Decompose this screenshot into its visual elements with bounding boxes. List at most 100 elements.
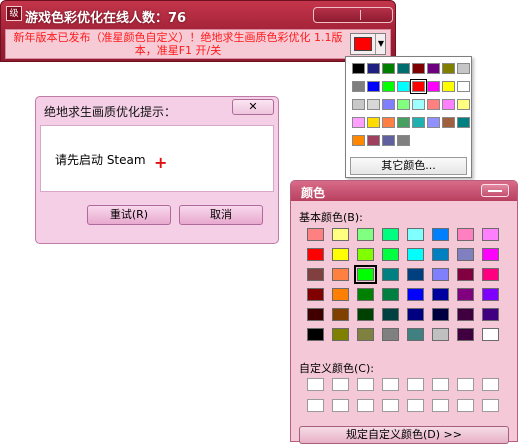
picker-color-swatch[interactable]: [352, 81, 365, 92]
custom-color-swatch[interactable]: [457, 399, 474, 412]
custom-color-swatch[interactable]: [432, 378, 449, 391]
basic-color-swatch[interactable]: [357, 228, 374, 241]
picker-color-swatch[interactable]: [382, 63, 395, 74]
picker-color-swatch[interactable]: [397, 99, 410, 110]
custom-color-swatch[interactable]: [382, 378, 399, 391]
basic-color-swatch[interactable]: [407, 308, 424, 321]
custom-color-swatch[interactable]: [382, 399, 399, 412]
picker-color-swatch[interactable]: [367, 135, 380, 146]
custom-color-swatch[interactable]: [407, 399, 424, 412]
picker-color-swatch[interactable]: [382, 117, 395, 128]
picker-color-swatch[interactable]: [397, 63, 410, 74]
cancel-button[interactable]: 取消: [179, 205, 263, 225]
custom-color-swatch[interactable]: [457, 378, 474, 391]
basic-color-swatch[interactable]: [382, 248, 399, 261]
minimize-icon[interactable]: [481, 184, 509, 197]
picker-color-swatch[interactable]: [367, 117, 380, 128]
chevron-down-icon[interactable]: ▼: [375, 34, 386, 54]
picker-color-swatch[interactable]: [457, 99, 470, 110]
basic-color-swatch[interactable]: [407, 288, 424, 301]
basic-color-swatch[interactable]: [407, 228, 424, 241]
basic-color-swatch[interactable]: [382, 228, 399, 241]
basic-color-swatch[interactable]: [357, 328, 374, 341]
picker-color-swatch[interactable]: [412, 63, 425, 74]
basic-color-swatch[interactable]: [354, 265, 377, 284]
picker-color-swatch[interactable]: [382, 81, 395, 92]
basic-color-swatch[interactable]: [457, 308, 474, 321]
custom-color-swatch[interactable]: [432, 399, 449, 412]
close-icon[interactable]: ✕: [232, 99, 274, 115]
picker-color-swatch[interactable]: [427, 117, 440, 128]
basic-color-swatch[interactable]: [307, 288, 324, 301]
picker-color-swatch[interactable]: [457, 81, 470, 92]
basic-color-swatch[interactable]: [332, 328, 349, 341]
picker-color-swatch[interactable]: [352, 63, 365, 74]
basic-color-swatch[interactable]: [432, 308, 449, 321]
custom-color-swatch[interactable]: [307, 399, 324, 412]
window-control-buttons[interactable]: [313, 7, 393, 23]
other-colors-button[interactable]: 其它颜色...: [350, 157, 467, 175]
picker-color-swatch[interactable]: [382, 135, 395, 146]
picker-color-swatch[interactable]: [442, 63, 455, 74]
basic-color-swatch[interactable]: [407, 328, 424, 341]
basic-color-swatch[interactable]: [357, 288, 374, 301]
basic-color-swatch[interactable]: [307, 248, 324, 261]
basic-color-swatch[interactable]: [332, 228, 349, 241]
basic-color-swatch[interactable]: [382, 288, 399, 301]
picker-color-swatch[interactable]: [442, 99, 455, 110]
basic-color-swatch[interactable]: [432, 328, 449, 341]
basic-color-swatch[interactable]: [482, 268, 499, 281]
basic-color-swatch[interactable]: [357, 248, 374, 261]
picker-color-swatch[interactable]: [367, 63, 380, 74]
custom-color-swatch[interactable]: [357, 378, 374, 391]
basic-color-swatch[interactable]: [432, 248, 449, 261]
picker-color-swatch[interactable]: [352, 117, 365, 128]
basic-color-swatch[interactable]: [382, 268, 399, 281]
custom-color-swatch[interactable]: [332, 399, 349, 412]
picker-color-swatch[interactable]: [442, 117, 455, 128]
picker-color-swatch[interactable]: [352, 99, 365, 110]
basic-color-swatch[interactable]: [482, 288, 499, 301]
basic-color-swatch[interactable]: [407, 268, 424, 281]
basic-color-swatch[interactable]: [332, 268, 349, 281]
basic-color-swatch[interactable]: [307, 268, 324, 281]
basic-color-swatch[interactable]: [357, 308, 374, 321]
basic-color-swatch[interactable]: [407, 248, 424, 261]
custom-color-swatch[interactable]: [407, 378, 424, 391]
basic-color-swatch[interactable]: [332, 248, 349, 261]
basic-color-swatch[interactable]: [332, 308, 349, 321]
picker-color-swatch[interactable]: [352, 135, 365, 146]
custom-color-swatch[interactable]: [482, 378, 499, 391]
basic-color-swatch[interactable]: [457, 228, 474, 241]
picker-color-swatch[interactable]: [442, 81, 455, 92]
retry-button[interactable]: 重试(R): [87, 205, 171, 225]
basic-color-swatch[interactable]: [382, 328, 399, 341]
picker-color-swatch[interactable]: [412, 117, 425, 128]
picker-color-swatch[interactable]: [367, 81, 380, 92]
picker-color-swatch[interactable]: [410, 79, 427, 94]
basic-color-swatch[interactable]: [457, 248, 474, 261]
picker-color-swatch[interactable]: [457, 117, 470, 128]
picker-color-swatch[interactable]: [382, 99, 395, 110]
picker-color-swatch[interactable]: [397, 81, 410, 92]
basic-color-swatch[interactable]: [482, 308, 499, 321]
basic-color-swatch[interactable]: [432, 288, 449, 301]
custom-color-swatch[interactable]: [357, 399, 374, 412]
picker-color-swatch[interactable]: [397, 135, 410, 146]
basic-color-swatch[interactable]: [432, 228, 449, 241]
basic-color-swatch[interactable]: [307, 308, 324, 321]
basic-color-swatch[interactable]: [482, 328, 499, 341]
color-select-button[interactable]: ▼: [350, 33, 386, 55]
basic-color-swatch[interactable]: [457, 268, 474, 281]
custom-color-swatch[interactable]: [307, 378, 324, 391]
picker-color-swatch[interactable]: [427, 81, 440, 92]
picker-color-swatch[interactable]: [367, 99, 380, 110]
define-custom-colors-button[interactable]: 规定自定义颜色(D) >>: [299, 426, 509, 444]
picker-color-swatch[interactable]: [397, 117, 410, 128]
picker-color-swatch[interactable]: [427, 99, 440, 110]
basic-color-swatch[interactable]: [307, 228, 324, 241]
basic-color-swatch[interactable]: [382, 308, 399, 321]
basic-color-swatch[interactable]: [457, 288, 474, 301]
basic-color-swatch[interactable]: [457, 328, 474, 341]
custom-color-swatch[interactable]: [482, 399, 499, 412]
